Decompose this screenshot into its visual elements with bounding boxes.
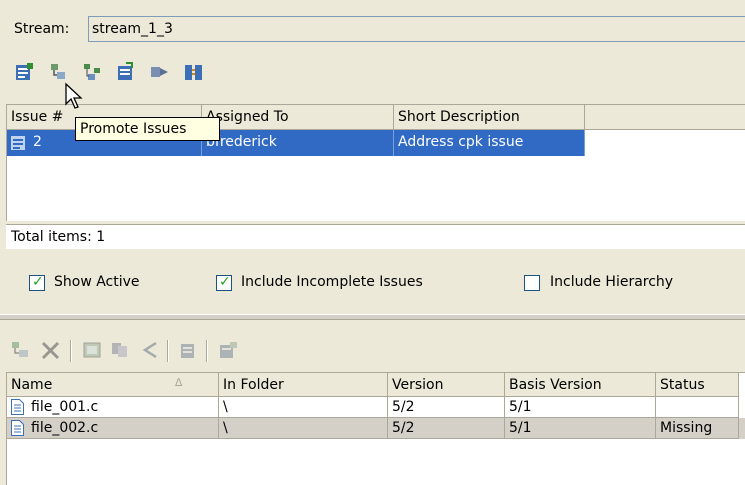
column-header-label: Version	[392, 377, 444, 393]
checkmark-icon: ✓	[32, 274, 44, 290]
basis-version-cell: 5/1	[505, 397, 656, 418]
basis-version-cell: 5/1	[505, 418, 656, 439]
version-cell: 5/2	[388, 397, 505, 418]
properties-icon[interactable]	[218, 340, 240, 360]
version-cell: 5/2	[388, 418, 505, 439]
column-header-label: Name	[11, 377, 53, 393]
include-hierarchy-label: Include Hierarchy	[550, 274, 674, 290]
column-header-name[interactable]: Name ∆	[7, 373, 219, 397]
file-icon	[11, 420, 24, 436]
history-icon[interactable]	[140, 340, 162, 360]
status-cell: Missing	[656, 418, 739, 439]
status-cell	[656, 397, 739, 418]
column-header-label: Status	[660, 377, 705, 393]
show-active-label: Show Active	[54, 274, 140, 290]
copy-icon[interactable]	[110, 340, 132, 360]
folder-cell: \	[219, 397, 388, 418]
column-header-label: Issue #	[11, 109, 64, 125]
stream-label: Stream:	[14, 21, 70, 37]
description-cell: Address cpk issue	[394, 130, 585, 156]
stream-value: stream_1_3	[92, 21, 173, 37]
send-icon[interactable]	[150, 62, 170, 82]
files-table: Name ∆ In Folder Version Basis Version S…	[6, 372, 745, 485]
toolbar-separator	[70, 340, 72, 362]
file-name: file_001.c	[31, 399, 99, 415]
column-header-short-description[interactable]: Short Description	[394, 105, 585, 130]
file-name: file_002.c	[31, 420, 99, 436]
stream-field[interactable]: stream_1_3	[88, 16, 745, 42]
promote-hierarchy-icon[interactable]	[82, 62, 104, 82]
column-header-label: Short Description	[398, 109, 520, 125]
promote-icon[interactable]	[10, 340, 32, 360]
column-header-label: Basis Version	[509, 377, 602, 393]
column-header-status[interactable]: Status	[656, 373, 739, 397]
include-hierarchy-checkbox[interactable]	[524, 275, 540, 291]
promote-issues-icon[interactable]	[48, 62, 68, 82]
compare-icon[interactable]	[184, 62, 204, 82]
issue-properties-icon[interactable]	[14, 62, 34, 82]
file-name-cell: file_002.c	[7, 418, 219, 439]
table-row[interactable]: file_002.c \ 5/2 5/1 Missing	[7, 418, 745, 439]
column-header-assigned-to[interactable]: Assigned To	[202, 105, 394, 130]
checkmark-icon: ✓	[219, 274, 231, 290]
mouse-pointer-icon	[65, 82, 83, 109]
column-header-in-folder[interactable]: In Folder	[219, 373, 388, 397]
folder-cell: \	[219, 418, 388, 439]
issue-icon	[11, 136, 25, 150]
remove-icon[interactable]	[40, 340, 62, 360]
open-icon[interactable]	[178, 340, 200, 360]
toolbar-separator	[206, 340, 208, 362]
column-header-label: In Folder	[223, 377, 284, 393]
column-header-version[interactable]: Version	[388, 373, 505, 397]
issue-number: 2	[33, 134, 42, 150]
include-incomplete-label: Include Incomplete Issues	[241, 274, 423, 290]
column-header-filler	[585, 105, 745, 130]
file-icon	[11, 399, 24, 415]
view-issue-icon[interactable]	[116, 62, 136, 82]
tooltip: Promote Issues	[75, 117, 220, 141]
column-header-basis-version[interactable]: Basis Version	[505, 373, 656, 397]
file-name-cell: file_001.c	[7, 397, 219, 418]
diff-icon[interactable]	[82, 340, 104, 360]
total-items: Total items: 1	[6, 224, 745, 249]
include-incomplete-checkbox[interactable]: ✓	[216, 274, 232, 291]
toolbar-separator	[167, 340, 169, 362]
splitter[interactable]	[0, 314, 745, 320]
table-row[interactable]: file_001.c \ 5/2 5/1	[7, 397, 745, 418]
assigned-to-cell: bfrederick	[202, 130, 394, 156]
show-active-checkbox[interactable]: ✓	[29, 274, 45, 291]
sort-ascending-icon: ∆	[175, 376, 183, 389]
